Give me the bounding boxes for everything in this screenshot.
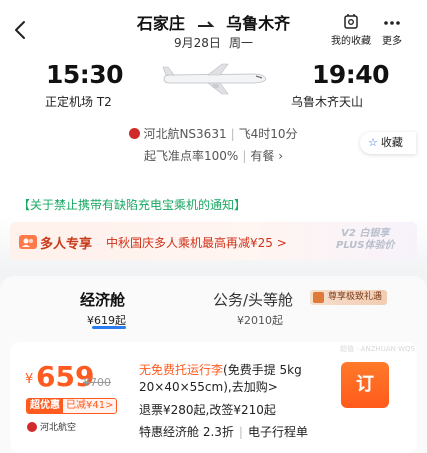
price-currency: ¥ — [25, 372, 34, 387]
watermark: 超值 · ANZHUAN·WQS — [340, 345, 416, 353]
discount-label: 已减¥41> — [63, 399, 117, 413]
fare-class-info: 特惠经济舱 2.3折 | 电子行程单 — [139, 425, 308, 439]
collect-button[interactable]: ☆ 收藏 — [360, 132, 416, 154]
gift-icon — [313, 292, 324, 303]
ontime-rate: 起飞准点率100% — [144, 149, 239, 163]
airline-logo-text: 河北航空 — [40, 423, 77, 433]
flight-duration: 飞4时10分 — [238, 127, 298, 141]
plus-member-badge: V2 白银享 PLUS体验价 — [336, 228, 394, 252]
book-button[interactable]: 订 — [341, 362, 389, 408]
notice-link[interactable]: 【关于禁止携带有缺陷充电宝乘机的通知】 — [18, 196, 246, 213]
collect-label: 收藏 — [380, 136, 403, 149]
promo-title: 多人专享 — [40, 237, 93, 252]
fare-class: 特惠经济舱 2.3折 — [139, 425, 234, 439]
business-perk-badge: 尊享极致礼遇 — [310, 290, 388, 305]
airline-logo-icon — [129, 128, 141, 139]
departure-time: 15:30 — [46, 60, 124, 89]
more-button[interactable]: 更多 — [382, 13, 402, 47]
to-city: 乌鲁木齐 — [226, 14, 291, 33]
favorites-label: 我的收藏 — [331, 36, 371, 47]
tab-active-indicator — [92, 326, 126, 329]
plus-line2: PLUS体验价 — [336, 240, 395, 251]
route-arrow-icon — [197, 21, 214, 27]
arrival-airport: 乌鲁木齐天山 — [291, 95, 364, 109]
itinerary-info: 电子行程单 — [247, 425, 308, 439]
from-city: 石家庄 — [136, 14, 185, 33]
weekday-text: 周一 — [228, 36, 253, 50]
more-icon — [384, 21, 400, 25]
star-icon: ☆ — [368, 136, 378, 149]
date-text: 9月28日 — [174, 36, 221, 50]
discount-badge[interactable]: 超优惠 已减¥41> — [26, 398, 118, 414]
tab-business[interactable]: 公务/头等舱 — [213, 289, 293, 310]
deal-label: 超优惠 — [27, 399, 63, 413]
chevron-right-icon: › — [274, 149, 283, 163]
original-price: ¥700 — [83, 376, 111, 389]
airline-brand-logo: 河北航空 — [27, 420, 76, 433]
more-label: 更多 — [382, 36, 402, 47]
meal-info: 有餐 — [250, 149, 275, 163]
airline-logo-icon — [27, 421, 37, 432]
business-perk-label: 尊享极致礼遇 — [328, 292, 383, 302]
plus-line1: V2 白银享 — [341, 228, 390, 239]
group-users-icon — [19, 235, 37, 249]
arrival-time: 19:40 — [312, 60, 390, 89]
airplane-icon — [162, 63, 267, 95]
promo-text[interactable]: 中秋国庆多人乘机最高再减¥25 > — [106, 234, 287, 251]
departure-airport: 正定机场 T2 — [45, 95, 112, 109]
favorites-icon — [344, 14, 358, 29]
baggage-info[interactable]: 无免费托运行李(免费手提 5kg 20×40×55cm),去加购> — [139, 362, 339, 396]
tab-business-price: ¥2010起 — [237, 314, 283, 327]
tab-economy[interactable]: 经济舱 — [80, 289, 125, 310]
airline-flight-no: 河北航NS3631 — [143, 127, 227, 141]
favorites-button[interactable]: 我的收藏 — [331, 13, 371, 47]
refund-change-info[interactable]: 退票¥280起,改签¥210起 — [139, 401, 276, 418]
baggage-highlight: 无免费托运行李 — [139, 363, 224, 377]
